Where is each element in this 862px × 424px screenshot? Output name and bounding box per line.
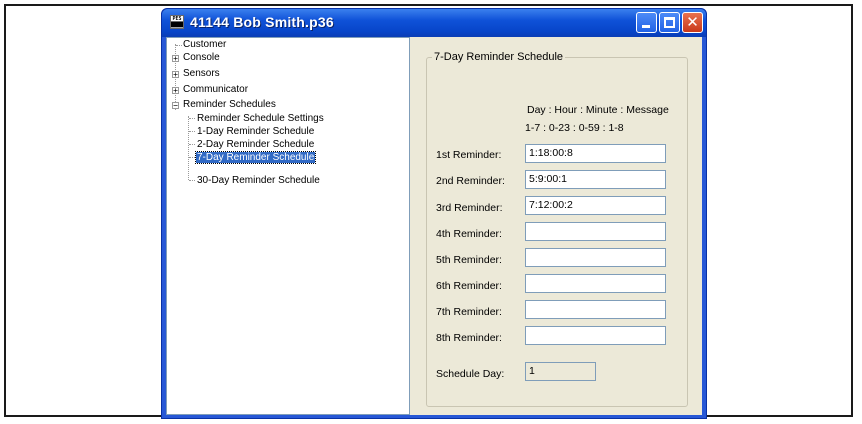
app-icon: PES ████ <box>170 15 184 29</box>
tree-line <box>189 157 195 158</box>
minimize-icon <box>642 25 650 28</box>
tree-item-customer[interactable]: Customer <box>183 39 226 52</box>
expand-icon[interactable]: + <box>172 55 179 63</box>
tree-item-7-day-reminder-schedule[interactable]: 7-Day Reminder Schedule <box>194 151 317 165</box>
reminder-1-input[interactable]: 1:18:00:8 <box>525 144 666 163</box>
pane-splitter[interactable] <box>410 37 414 415</box>
tree-item-reminder-schedule-settings[interactable]: Reminder Schedule Settings <box>197 113 324 126</box>
title-bar[interactable]: PES ████ 41144 Bob Smith.p36 ✕ <box>162 9 706 37</box>
tree-item-label: Console <box>183 52 220 63</box>
tree-item-2-day-reminder-schedule[interactable]: 2-Day Reminder Schedule <box>197 139 314 152</box>
reminder-6-input[interactable] <box>525 274 666 293</box>
reminder-4-input[interactable] <box>525 222 666 241</box>
tree-line <box>189 131 195 132</box>
maximize-button[interactable] <box>659 12 680 33</box>
field-format-header: Day : Hour : Minute : Message <box>527 104 669 116</box>
tree-line <box>189 144 195 145</box>
tree-item-label: Reminder Schedules <box>183 99 276 110</box>
close-button[interactable]: ✕ <box>682 12 703 33</box>
collapse-icon[interactable]: − <box>172 102 179 110</box>
reminder-5-label: 5th Reminder: <box>436 254 502 266</box>
settings-tree[interactable]: Customer + Console + Sensors + Communica… <box>166 37 410 415</box>
reminder-8-label: 8th Reminder: <box>436 332 502 344</box>
schedule-day-field: 1 <box>525 362 596 381</box>
reminder-3-input[interactable]: 7:12:00:2 <box>525 196 666 215</box>
close-icon: ✕ <box>686 13 699 31</box>
tree-item-reminder-schedules[interactable]: Reminder Schedules <box>183 99 276 112</box>
reminder-2-input[interactable]: 5:9:00:1 <box>525 170 666 189</box>
schedule-day-label: Schedule Day: <box>436 368 505 380</box>
reminder-3-label: 3rd Reminder: <box>436 202 503 214</box>
tree-item-label: Reminder Schedule Settings <box>197 113 324 124</box>
app-window: PES ████ 41144 Bob Smith.p36 ✕ Customer … <box>161 8 707 419</box>
tree-line <box>188 116 189 180</box>
group-title: 7-Day Reminder Schedule <box>432 51 566 63</box>
tree-line <box>189 180 195 181</box>
window-title: 41144 Bob Smith.p36 <box>190 14 334 30</box>
tree-item-console[interactable]: Console <box>183 52 220 65</box>
expand-icon[interactable]: + <box>172 71 179 79</box>
reminder-7-input[interactable] <box>525 300 666 319</box>
reminder-2-label: 2nd Reminder: <box>436 175 505 187</box>
tree-line <box>176 45 182 46</box>
reminder-6-label: 6th Reminder: <box>436 280 502 292</box>
tree-item-30-day-reminder-schedule[interactable]: 30-Day Reminder Schedule <box>197 175 320 188</box>
reminder-4-label: 4th Reminder: <box>436 228 502 240</box>
client-area: Customer + Console + Sensors + Communica… <box>166 37 702 415</box>
tree-item-label: Sensors <box>183 68 220 79</box>
tree-item-1-day-reminder-schedule[interactable]: 1-Day Reminder Schedule <box>197 126 314 139</box>
reminder-7-label: 7th Reminder: <box>436 306 502 318</box>
maximize-icon <box>664 17 675 28</box>
reminder-5-input[interactable] <box>525 248 666 267</box>
expand-icon[interactable]: + <box>172 87 179 95</box>
tree-item-label: 2-Day Reminder Schedule <box>197 139 315 150</box>
minimize-button[interactable] <box>636 12 657 33</box>
tree-item-label: 30-Day Reminder Schedule <box>197 175 320 186</box>
field-range-header: 1-7 : 0-23 : 0-59 : 1-8 <box>525 122 624 134</box>
tree-item-label: Customer <box>183 39 227 50</box>
reminder-8-input[interactable] <box>525 326 666 345</box>
tree-item-label: Communicator <box>183 84 249 95</box>
tree-item-sensors[interactable]: Sensors <box>183 68 220 81</box>
tree-line <box>189 118 195 119</box>
tree-item-label: 1-Day Reminder Schedule <box>197 126 315 137</box>
tree-item-communicator[interactable]: Communicator <box>183 84 248 97</box>
reminder-1-label: 1st Reminder: <box>436 149 502 161</box>
tree-item-label: 7-Day Reminder Schedule <box>194 151 317 164</box>
